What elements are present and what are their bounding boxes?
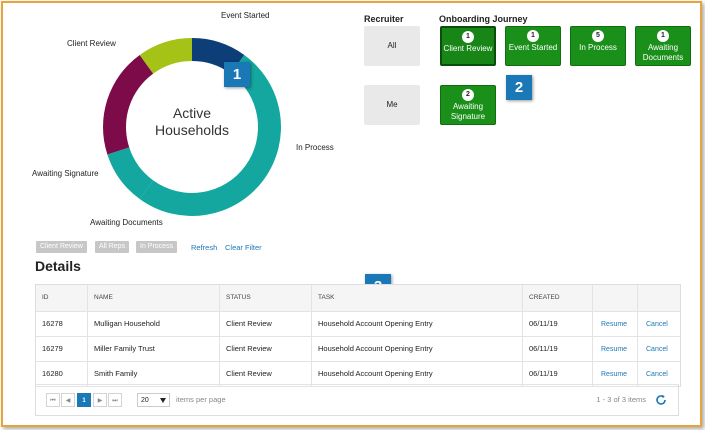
- cell-created: 06/11/19: [523, 312, 593, 336]
- filter-chip-client-review[interactable]: Client Review: [36, 241, 87, 253]
- stage-label: Client Review: [443, 44, 493, 53]
- stage-count-badge: 5: [592, 30, 604, 42]
- cell-id: 16279: [36, 337, 88, 361]
- stage-label: Event Started: [508, 43, 558, 52]
- resume-cell: Resume: [593, 337, 638, 361]
- label-event-started: Event Started: [221, 11, 270, 20]
- stage-count-badge: 1: [657, 30, 669, 42]
- cell-created: 06/11/19: [523, 362, 593, 386]
- caret-down-icon: [160, 398, 166, 403]
- donut-center-label: Active Households: [128, 105, 256, 139]
- resume-link[interactable]: Resume: [601, 346, 627, 353]
- stage-label: In Process: [579, 43, 617, 52]
- cell-id: 16280: [36, 362, 88, 386]
- column-header-status[interactable]: STATUS: [220, 285, 312, 311]
- label-client-review: Client Review: [67, 39, 116, 48]
- next-page-button[interactable]: ▶: [93, 393, 107, 407]
- page-size-select[interactable]: 20: [137, 393, 170, 407]
- cell-task: Household Account Opening Entry: [312, 312, 523, 336]
- filter-chip-all-reps[interactable]: All Reps: [95, 241, 130, 253]
- recruiter-me-button[interactable]: Me: [364, 85, 420, 125]
- cancel-link[interactable]: Cancel: [646, 321, 668, 328]
- cancel-cell: Cancel: [638, 312, 680, 336]
- label-awaiting-signature: Awaiting Signature: [32, 169, 99, 178]
- items-range-label: 1 - 3 of 3 items: [596, 395, 646, 404]
- cancel-cell: Cancel: [638, 362, 680, 386]
- cancel-link[interactable]: Cancel: [646, 371, 668, 378]
- refresh-icon[interactable]: [654, 393, 668, 407]
- cell-name: Mulligan Household: [88, 312, 220, 336]
- label-awaiting-documents: Awaiting Documents: [90, 218, 163, 227]
- donut-center-line1: Active: [172, 105, 212, 121]
- pagination-bar: ⏮ ◀ 1 ▶ ⏭ 20 items per page 1 - 3 of 3 i…: [35, 384, 679, 416]
- resume-cell: Resume: [593, 312, 638, 336]
- stage-count-badge: 2: [462, 89, 474, 101]
- cell-task: Household Account Opening Entry: [312, 362, 523, 386]
- column-header-name[interactable]: NAME: [88, 285, 220, 311]
- cell-name: Miller Family Trust: [88, 337, 220, 361]
- cancel-cell: Cancel: [638, 337, 680, 361]
- cell-created: 06/11/19: [523, 337, 593, 361]
- column-header-resume: [593, 285, 638, 311]
- column-header-task[interactable]: TASK: [312, 285, 523, 311]
- details-table: ID NAME STATUS TASK CREATED 16278 Mullig…: [35, 284, 681, 387]
- callout-2: 2: [506, 75, 532, 100]
- stage-label-line2: Signature: [450, 112, 486, 121]
- cell-task: Household Account Opening Entry: [312, 337, 523, 361]
- details-title: Details: [35, 258, 81, 274]
- resume-link[interactable]: Resume: [601, 371, 627, 378]
- stage-awaiting-documents-button[interactable]: 1 Awaiting Documents: [635, 26, 691, 66]
- cancel-link[interactable]: Cancel: [646, 346, 668, 353]
- refresh-link[interactable]: Refresh: [191, 243, 217, 252]
- donut-center-line2: Households: [155, 122, 229, 138]
- resume-cell: Resume: [593, 362, 638, 386]
- stage-count-badge: 1: [527, 30, 539, 42]
- column-header-id[interactable]: ID: [36, 285, 88, 311]
- prev-page-button[interactable]: ◀: [61, 393, 75, 407]
- filter-chip-in-process[interactable]: In Process: [136, 241, 178, 253]
- cell-status: Client Review: [220, 312, 312, 336]
- stage-label-line1: Awaiting: [647, 43, 679, 52]
- clear-filter-link[interactable]: Clear Filter: [225, 243, 262, 252]
- label-in-process: In Process: [296, 143, 334, 152]
- table-row[interactable]: 16278 Mulligan Household Client Review H…: [36, 312, 680, 337]
- cell-name: Smith Family: [88, 362, 220, 386]
- first-page-button[interactable]: ⏮: [46, 393, 60, 407]
- recruiter-title: Recruiter: [364, 14, 404, 24]
- stage-client-review-button[interactable]: 1 Client Review: [440, 26, 496, 66]
- table-row[interactable]: 16279 Miller Family Trust Client Review …: [36, 337, 680, 362]
- recruiter-all-button[interactable]: All: [364, 26, 420, 66]
- stage-event-started-button[interactable]: 1 Event Started: [505, 26, 561, 66]
- cell-status: Client Review: [220, 362, 312, 386]
- last-page-button[interactable]: ⏭: [108, 393, 122, 407]
- stage-in-process-button[interactable]: 5 In Process: [570, 26, 626, 66]
- onboarding-journey-title: Onboarding Journey: [439, 14, 528, 24]
- page-1-button[interactable]: 1: [77, 393, 91, 407]
- stage-awaiting-signature-button[interactable]: 2 Awaiting Signature: [440, 85, 496, 125]
- table-header-row: ID NAME STATUS TASK CREATED: [36, 285, 680, 312]
- resume-link[interactable]: Resume: [601, 321, 627, 328]
- cell-status: Client Review: [220, 337, 312, 361]
- callout-1: 1: [224, 62, 250, 87]
- column-header-created[interactable]: CREATED: [523, 285, 593, 311]
- page-size-value: 20: [141, 397, 149, 404]
- cell-id: 16278: [36, 312, 88, 336]
- stage-label-line1: Awaiting: [452, 102, 484, 111]
- items-per-page-label: items per page: [176, 395, 226, 404]
- stage-label-line2: Documents: [642, 53, 684, 62]
- column-header-cancel: [638, 285, 680, 311]
- stage-count-badge: 1: [462, 31, 474, 43]
